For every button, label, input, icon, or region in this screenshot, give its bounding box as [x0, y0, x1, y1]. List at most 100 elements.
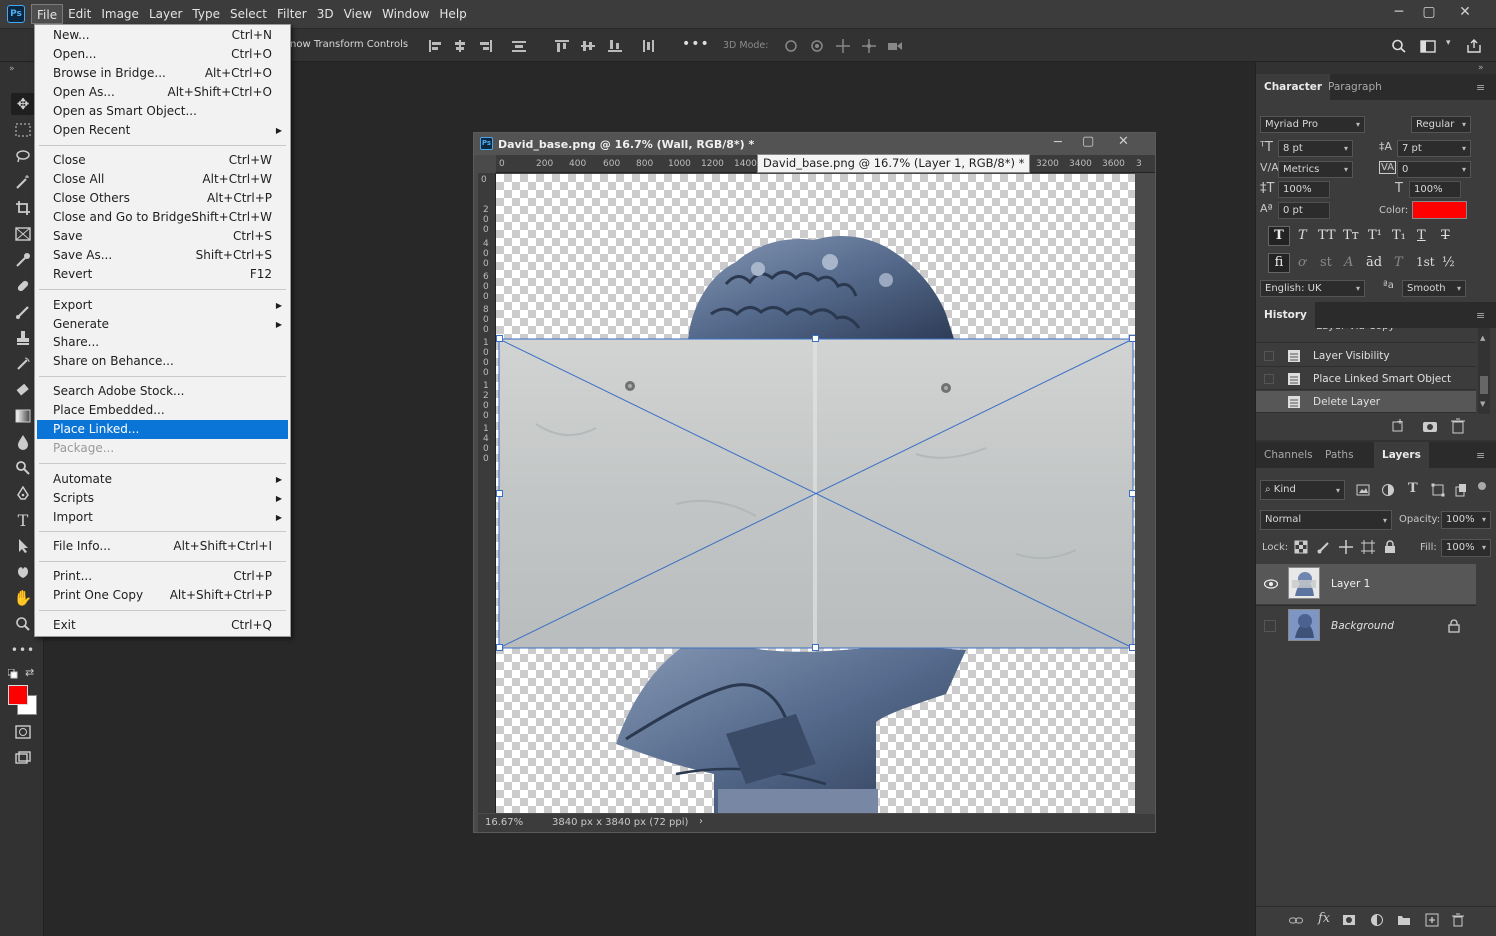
vertical-scale-field[interactable]: 100%	[1278, 181, 1330, 198]
layer-row-layer-1[interactable]: Layer 1	[1256, 564, 1476, 604]
lock-all-icon[interactable]	[1383, 540, 1397, 554]
ligatures-button[interactable]: fi	[1268, 253, 1290, 273]
menu-window[interactable]: Window	[377, 4, 434, 24]
frame-tool-icon[interactable]	[11, 223, 35, 245]
3d-roll-icon[interactable]	[809, 39, 825, 53]
menu-edit[interactable]: Edit	[63, 4, 96, 24]
doc-close-button[interactable]: ✕	[1118, 134, 1129, 149]
all-caps-button[interactable]: TT	[1318, 228, 1336, 243]
menu-share-on-behance[interactable]: Share on Behance...	[37, 352, 288, 371]
clone-stamp-tool-icon[interactable]	[11, 327, 35, 349]
3d-rotate-icon[interactable]	[783, 39, 799, 53]
filter-pixel-layers-icon[interactable]	[1356, 483, 1370, 497]
transform-handle[interactable]	[496, 490, 503, 497]
menu-close-all[interactable]: Close All Alt+Ctrl+W	[37, 170, 288, 189]
layers-panel-menu-icon[interactable]: ≡	[1476, 449, 1485, 462]
filter-smart-objects-icon[interactable]	[1454, 483, 1468, 497]
3d-scale-icon[interactable]	[887, 39, 903, 53]
filter-type-layers-icon[interactable]: T	[1408, 481, 1418, 496]
superscript-button[interactable]: T¹	[1368, 228, 1382, 243]
menu-search-adobe-stock[interactable]: Search Adobe Stock...	[37, 382, 288, 401]
history-brush-tool-icon[interactable]	[11, 353, 35, 375]
faux-bold-button[interactable]: T	[1268, 226, 1290, 246]
history-item-partial[interactable]: Layer Via Copy	[1256, 328, 1476, 343]
menu-image[interactable]: Image	[96, 4, 144, 24]
tab-paragraph[interactable]: Paragraph	[1320, 74, 1390, 100]
add-mask-icon[interactable]	[1342, 913, 1356, 927]
history-item[interactable]: Layer Visibility	[1256, 345, 1476, 367]
workspace-chevron-down-icon[interactable]: ▾	[1446, 38, 1451, 48]
tab-channels[interactable]: Channels	[1256, 442, 1321, 468]
font-size-select[interactable]: 8 pt ▾	[1278, 140, 1353, 157]
collapse-toolbar-icon[interactable]: »	[9, 64, 15, 74]
faux-italic-button[interactable]: T	[1298, 228, 1307, 243]
menu-automate[interactable]: Automate ▶	[37, 470, 288, 489]
menu-share[interactable]: Share...	[37, 333, 288, 352]
transform-handle[interactable]	[812, 335, 819, 342]
eraser-tool-icon[interactable]	[11, 379, 35, 401]
language-select[interactable]: English: UK ▾	[1260, 280, 1365, 297]
quick-mask-icon[interactable]	[11, 721, 35, 743]
menu-3d[interactable]: 3D	[312, 4, 339, 24]
layer-row-background[interactable]: Background	[1256, 605, 1476, 645]
transform-handle[interactable]	[1129, 490, 1135, 497]
anti-alias-select[interactable]: Smooth ▾	[1402, 280, 1466, 297]
layer-name[interactable]: Layer 1	[1331, 564, 1370, 604]
font-style-select[interactable]: Regular ▾	[1411, 116, 1471, 133]
titling-alternates-button[interactable]: T	[1394, 255, 1403, 270]
type-tool-icon[interactable]: T	[11, 509, 35, 531]
stylistic-alternates-button[interactable]: ād	[1366, 255, 1382, 270]
delete-layer-trash-icon[interactable]	[1451, 913, 1465, 927]
tab-paths[interactable]: Paths	[1317, 442, 1362, 468]
menu-close-and-go-to-bridge[interactable]: Close and Go to Bridge... Shift+Ctrl+W	[37, 208, 288, 227]
menu-scripts[interactable]: Scripts ▶	[37, 489, 288, 508]
menu-close[interactable]: Close Ctrl+W	[37, 151, 288, 170]
link-layers-icon[interactable]	[1289, 915, 1303, 927]
tracking-select[interactable]: 0 ▾	[1397, 161, 1471, 178]
menu-save-as[interactable]: Save As... Shift+Ctrl+S	[37, 246, 288, 265]
path-selection-tool-icon[interactable]	[11, 535, 35, 557]
menu-select[interactable]: Select	[225, 4, 272, 24]
marquee-tool-icon[interactable]	[11, 119, 35, 141]
zoom-tool-icon[interactable]	[11, 613, 35, 635]
3d-pan-icon[interactable]	[835, 39, 851, 53]
pen-tool-icon[interactable]	[11, 483, 35, 505]
subscript-button[interactable]: T₁	[1392, 228, 1406, 243]
tab-history[interactable]: History	[1256, 302, 1315, 328]
menu-filter[interactable]: Filter	[272, 4, 312, 24]
align-bottom-icon[interactable]	[607, 39, 623, 53]
delete-state-trash-icon[interactable]	[1450, 418, 1466, 434]
menu-place-embedded[interactable]: Place Embedded...	[37, 401, 288, 420]
new-group-folder-icon[interactable]	[1397, 913, 1411, 927]
menu-close-others[interactable]: Close Others Alt+Ctrl+P	[37, 189, 288, 208]
lock-image-pixels-brush-icon[interactable]	[1317, 540, 1331, 554]
menu-layer[interactable]: Layer	[144, 4, 187, 24]
transform-handle[interactable]	[1129, 644, 1135, 651]
history-item[interactable]: Place Linked Smart Object	[1256, 368, 1476, 390]
fill-field[interactable]: 100% ▾	[1441, 539, 1491, 557]
document-title-bar[interactable]: Ps David_base.png @ 16.7% (Wall, RGB/8*)…	[474, 133, 1155, 155]
search-icon[interactable]	[1391, 39, 1407, 53]
new-document-from-state-icon[interactable]	[1390, 418, 1406, 434]
blur-tool-icon[interactable]	[11, 431, 35, 453]
menu-place-linked[interactable]: Place Linked...	[37, 420, 288, 439]
zoom-level[interactable]: 16.67%	[485, 817, 523, 828]
menu-open[interactable]: Open... Ctrl+O	[37, 45, 288, 64]
menu-import[interactable]: Import ▶	[37, 508, 288, 527]
menu-open-as-smart-object[interactable]: Open as Smart Object...	[37, 102, 288, 121]
document-canvas[interactable]	[496, 174, 1135, 813]
healing-brush-tool-icon[interactable]	[11, 275, 35, 297]
more-options-icon[interactable]: •••	[682, 36, 710, 52]
discretionary-ligatures-button[interactable]: st	[1320, 255, 1332, 270]
show-transform-controls-label[interactable]: now Transform Controls	[290, 39, 408, 50]
edit-toolbar-icon[interactable]: •••	[11, 639, 35, 661]
character-panel-menu-icon[interactable]: ≡	[1476, 81, 1485, 94]
align-right-icon[interactable]	[477, 39, 493, 53]
default-colors-icon[interactable]	[7, 668, 18, 679]
leading-select[interactable]: 7 pt ▾	[1397, 140, 1471, 157]
menu-help[interactable]: Help	[434, 4, 471, 24]
crop-tool-icon[interactable]	[11, 197, 35, 219]
doc-minimize-button[interactable]: ─	[1054, 135, 1062, 150]
filter-shape-layers-icon[interactable]	[1431, 483, 1445, 497]
menu-export[interactable]: Export ▶	[37, 296, 288, 315]
